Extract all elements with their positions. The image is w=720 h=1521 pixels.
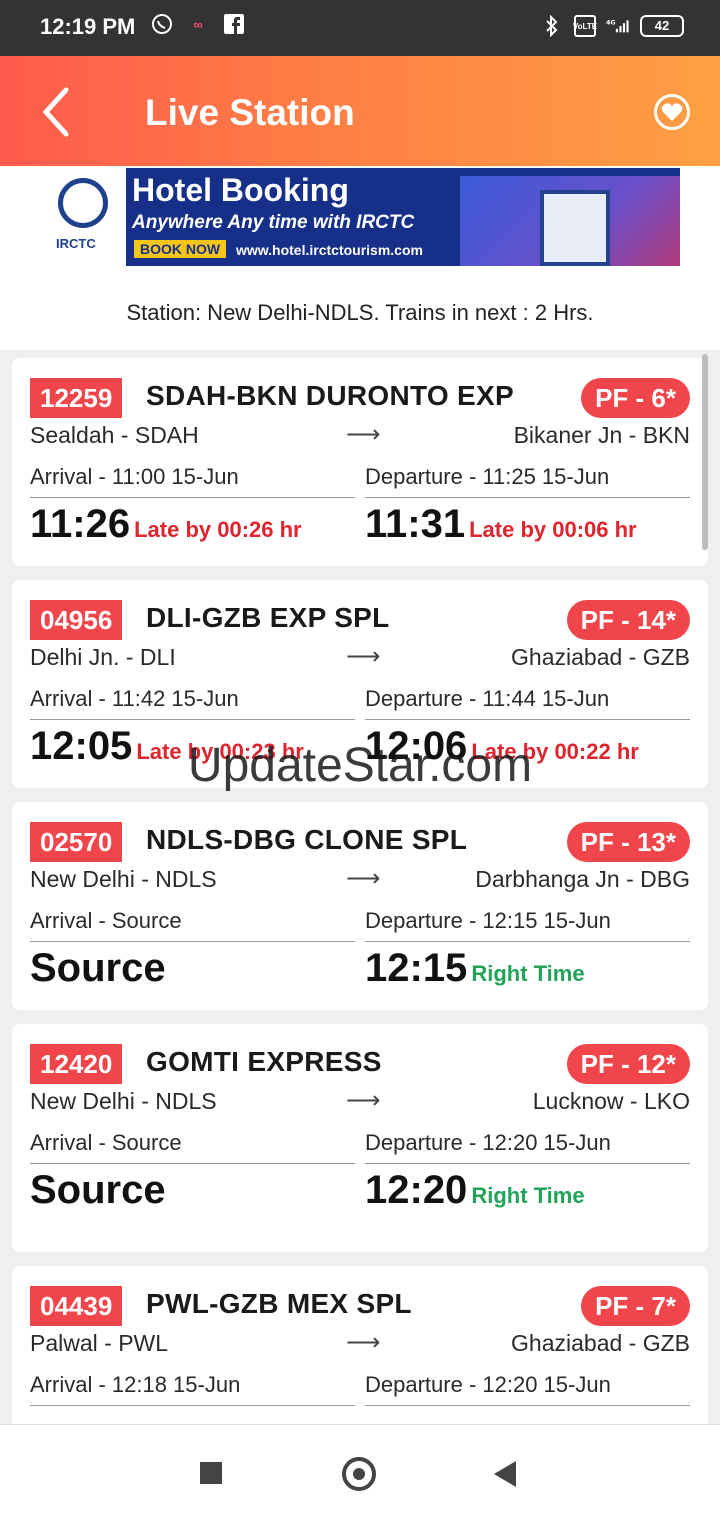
hotel-building-illustration [540, 190, 610, 266]
scheduled-departure: Departure - 12:20 15-Jun [365, 1372, 690, 1406]
actual-arrival-time: 11:26 [30, 502, 131, 546]
scheduled-arrival: Arrival - 11:00 15-Jun [30, 464, 355, 498]
scheduled-arrival: Arrival - 11:42 15-Jun [30, 686, 355, 720]
train-name: PWL-GZB MEX SPL [146, 1288, 412, 1319]
status-time: 12:19 PM [40, 14, 136, 39]
arrow-right-icon: ⟶ [346, 865, 381, 892]
actual-departure-time: 12:15 [365, 946, 468, 990]
actual-arrival-time: Source [30, 1168, 166, 1212]
home-circle-icon [353, 1468, 365, 1480]
signal-icon: 4G [606, 14, 630, 38]
actual-departure-time: 12:20 [365, 1168, 468, 1212]
train-number: 02570 [30, 822, 123, 862]
train-name: SDAH-BKN DURONTO EXP [146, 380, 514, 411]
chevron-left-icon [42, 87, 69, 137]
origin-station: Delhi Jn. - DLI [30, 644, 176, 670]
header-content: IRCTC Hotel Booking Anywhere Any time wi… [0, 166, 720, 350]
train-card[interactable]: 02570 NDLS-DBG CLONE SPL PF - 13* New De… [12, 802, 708, 1010]
actual-arrival-time: Source [30, 946, 166, 990]
scheduled-departure: Departure - 11:25 15-Jun [365, 464, 690, 498]
bluetooth-icon [540, 14, 564, 38]
train-name: DLI-GZB EXP SPL [146, 602, 390, 633]
scheduled-departure: Departure - 12:20 15-Jun [365, 1130, 690, 1164]
platform-badge: PF - 13* [566, 822, 690, 862]
network-type: 4G [606, 20, 616, 27]
recents-button[interactable] [200, 1462, 222, 1484]
station-info: Station: New Delhi-NDLS. Trains in next … [126, 300, 594, 325]
origin-station: Sealdah - SDAH [30, 422, 199, 448]
nav-back-button[interactable] [494, 1461, 516, 1487]
app-bar: Live Station [0, 56, 720, 166]
scheduled-departure: Departure - 12:15 15-Jun [365, 908, 690, 942]
home-button[interactable] [342, 1457, 376, 1491]
status-bar: 12:19 PM ∞ VoLTE 4G 42 [0, 0, 720, 56]
battery-indicator: 42 [640, 15, 684, 37]
train-card[interactable]: 12420 GOMTI EXPRESS PF - 12* New Delhi -… [12, 1024, 708, 1252]
facebook-icon [222, 12, 246, 36]
platform-badge: PF - 6* [581, 378, 690, 418]
back-button[interactable] [36, 86, 80, 138]
train-name: NDLS-DBG CLONE SPL [146, 824, 468, 855]
heart-icon [661, 103, 683, 121]
train-number: 12420 [30, 1044, 123, 1084]
scheduled-departure: Departure - 11:44 15-Jun [365, 686, 690, 720]
destination-station: Lucknow - LKO [532, 1088, 690, 1114]
banner-title: Hotel Booking [132, 172, 349, 208]
departure-status: Right Time [471, 1183, 585, 1208]
destination-station: Ghaziabad - GZB [511, 1330, 690, 1356]
scrollbar[interactable] [702, 354, 708, 550]
banner-url: www.hotel.irctctourism.com [236, 242, 423, 258]
platform-badge: PF - 7* [581, 1286, 690, 1326]
notification-icons: ∞ [150, 12, 246, 36]
destination-station: Bikaner Jn - BKN [513, 422, 690, 448]
origin-station: New Delhi - NDLS [30, 866, 217, 892]
actual-arrival: Source [30, 1168, 166, 1213]
platform-badge: PF - 14* [566, 600, 690, 640]
favorite-button[interactable] [654, 94, 690, 130]
actual-departure: 12:15 Right Time [365, 946, 585, 991]
platform-badge: PF - 12* [566, 1044, 690, 1084]
train-name: GOMTI EXPRESS [146, 1046, 382, 1077]
hood-app-icon: ∞ [193, 16, 203, 32]
arrival-status: Late by 00:26 hr [134, 517, 302, 542]
departure-status: Right Time [471, 961, 585, 986]
page-title: Live Station [145, 92, 355, 133]
hotel-booking-banner[interactable]: IRCTC Hotel Booking Anywhere Any time wi… [40, 168, 680, 266]
train-number: 04439 [30, 1286, 123, 1326]
arrow-right-icon: ⟶ [346, 643, 381, 670]
arrow-right-icon: ⟶ [346, 1329, 381, 1356]
scheduled-arrival: Arrival - Source [30, 908, 355, 942]
whatsapp-icon [150, 12, 174, 36]
train-card[interactable]: 12259 SDAH-BKN DURONTO EXP PF - 6* Seald… [12, 358, 708, 566]
arrow-right-icon: ⟶ [346, 1087, 381, 1114]
actual-departure-time: 11:31 [365, 502, 466, 546]
departure-status: Late by 00:06 hr [469, 517, 637, 542]
train-number: 12259 [30, 378, 123, 418]
arrow-right-icon: ⟶ [346, 421, 381, 448]
train-card[interactable]: 04439 PWL-GZB MEX SPL PF - 7* Palwal - P… [12, 1266, 708, 1424]
actual-departure: 11:31 Late by 00:06 hr [365, 502, 637, 547]
train-number: 04956 [30, 600, 123, 640]
system-nav-bar [0, 1424, 720, 1521]
actual-arrival: Source [30, 946, 166, 991]
actual-arrival: 11:26 Late by 00:26 hr [30, 502, 302, 547]
banner-subtitle: Anywhere Any time with IRCTC [132, 212, 415, 233]
actual-departure: 12:20 Right Time [365, 1168, 585, 1213]
destination-station: Darbhanga Jn - DBG [475, 866, 690, 892]
destination-station: Ghaziabad - GZB [511, 644, 690, 670]
book-now-button: BOOK NOW [134, 240, 227, 258]
origin-station: Palwal - PWL [30, 1330, 169, 1356]
watermark: UpdateStar.com [187, 739, 533, 792]
system-icons: VoLTE 4G 42 [540, 14, 684, 38]
irctc-logo: IRCTC [40, 168, 126, 266]
scheduled-arrival: Arrival - 12:18 15-Jun [30, 1372, 355, 1406]
scheduled-arrival: Arrival - Source [30, 1130, 355, 1164]
volte-icon: VoLTE [573, 15, 597, 37]
origin-station: New Delhi - NDLS [30, 1088, 217, 1114]
